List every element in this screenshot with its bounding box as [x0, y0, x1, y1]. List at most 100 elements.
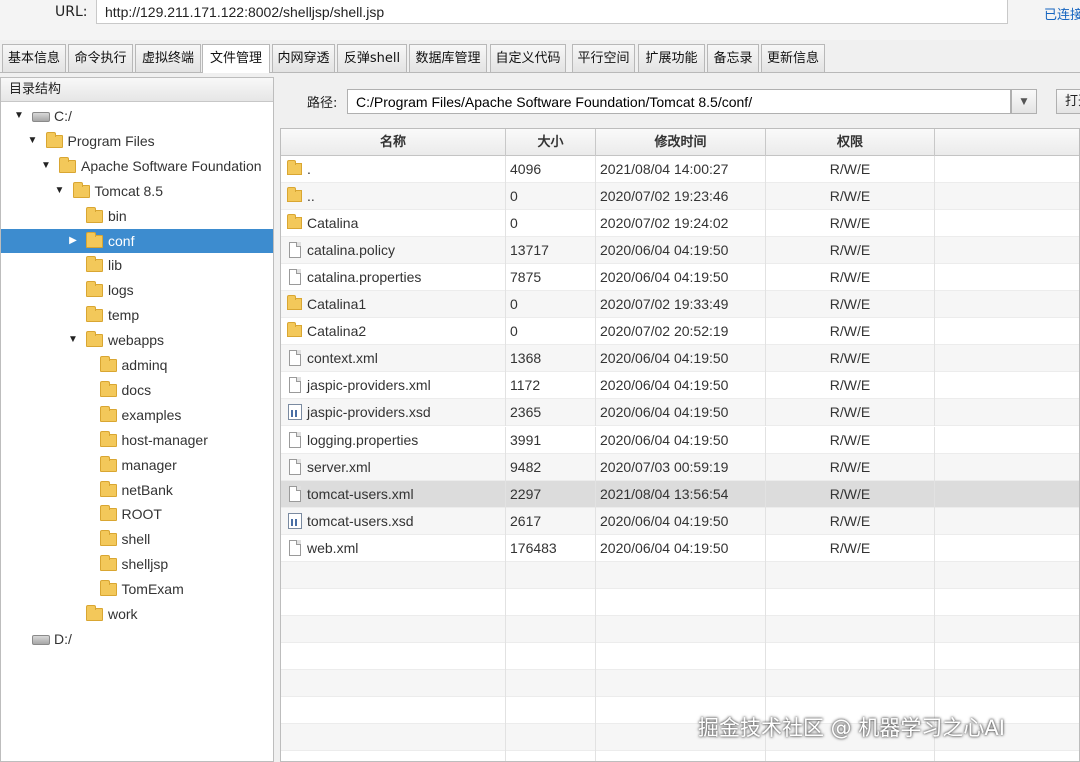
table-row[interactable]: logging.properties 3991 2020/06/04 04:19:5…	[281, 426, 1079, 454]
table-row[interactable]: tomcat-users.xsd 2617 2020/06/04 04:19:50 R…	[281, 507, 1079, 535]
cell-name	[281, 588, 506, 616]
tree-node-label: bin	[108, 207, 127, 224]
tree-node[interactable]: docs	[1, 378, 273, 402]
tree-node[interactable]: host-manager	[1, 428, 273, 452]
tree-node[interactable]: ▼ Apache Software Foundation	[1, 154, 273, 178]
table-row[interactable]: . 4096 2021/08/04 14:00:27 R/W/E	[281, 156, 1079, 183]
table-row[interactable]: jaspic-providers.xml 1172 2020/06/04 04:19…	[281, 372, 1079, 400]
connection-status-link[interactable]: 已连接	[1044, 4, 1080, 23]
path-label: 路径:	[307, 96, 338, 111]
chevron-down-icon: ▼	[1020, 97, 1028, 107]
folder-icon	[99, 555, 117, 572]
tab-4[interactable]: 文件管理	[202, 44, 270, 73]
open-button[interactable]: 打开	[1056, 89, 1080, 114]
expand-arrow-icon[interactable]: ▼	[40, 154, 52, 178]
cell-size	[506, 669, 596, 697]
file-name: jaspic-providers.xml	[307, 377, 431, 394]
table-row[interactable]: web.xml 176483 2020/06/04 04:19:50 R/W/E	[281, 534, 1079, 562]
column-header-permission[interactable]: 权限	[766, 129, 935, 156]
tree-node[interactable]: netBank	[1, 478, 273, 502]
tree-node[interactable]: ▼ Program Files	[1, 129, 273, 153]
tree-node[interactable]: bin	[1, 204, 273, 228]
tree-node[interactable]: adminq	[1, 353, 273, 377]
tab-12[interactable]: 更新信息	[761, 44, 825, 72]
cell-filler	[935, 427, 1079, 454]
cell-filler	[935, 156, 1079, 183]
cell-filler	[935, 616, 1079, 643]
tree-node[interactable]: shelljsp	[1, 552, 273, 576]
tab-3[interactable]: 虚拟终端	[135, 44, 201, 72]
table-header: 名称 大小 修改时间 权限	[281, 129, 1079, 156]
tree-node[interactable]: ▼ C:/	[1, 104, 273, 128]
cell-size: 0	[506, 291, 596, 319]
tab-7[interactable]: 数据库管理	[409, 44, 487, 72]
tree-node-label: lib	[108, 257, 123, 274]
table-row[interactable]: tomcat-users.xml 2297 2021/08/04 13:56:54 R…	[281, 480, 1079, 508]
table-row[interactable]: .. 0 2020/07/02 19:23:46 R/W/E	[281, 183, 1079, 211]
collapse-arrow-icon[interactable]: ▶	[67, 229, 79, 253]
tab-2[interactable]: 命令执行	[68, 44, 133, 72]
cell-name: jaspic-providers.xsd	[281, 399, 506, 427]
tree-node[interactable]: D:/	[1, 627, 273, 651]
tree-node[interactable]: ▶ conf	[1, 228, 273, 253]
tree-node[interactable]: logs	[1, 278, 273, 302]
file-name: catalina.policy	[307, 242, 395, 259]
table-row[interactable]: catalina.policy 13717 2020/06/04 04:19:50 R…	[281, 237, 1079, 265]
column-header-name[interactable]: 名称	[281, 129, 506, 156]
expand-arrow-icon[interactable]: ▼	[67, 328, 79, 352]
table-row[interactable]: Catalina1 0 2020/07/02 19:33:49 R/W/E	[281, 291, 1079, 319]
folder-icon	[86, 281, 103, 298]
path-dropdown-button[interactable]: ▼	[1011, 89, 1037, 114]
cell-time: 2020/06/04 04:19:50	[596, 399, 766, 427]
cell-perm: R/W/E	[766, 372, 935, 400]
tree-node[interactable]: temp	[1, 303, 273, 327]
column-header-modified[interactable]: 修改时间	[596, 129, 766, 156]
table-row[interactable]: server.xml 9482 2020/07/03 00:59:19 R/W/E	[281, 453, 1079, 481]
file-name: catalina.properties	[307, 269, 422, 286]
path-input[interactable]	[347, 89, 1011, 114]
tab-9[interactable]: 平行空间	[572, 44, 635, 72]
cell-size: 4096	[506, 156, 596, 183]
table-row[interactable]: context.xml 1368 2020/06/04 04:19:50 R/W/E	[281, 345, 1079, 373]
expand-arrow-icon[interactable]: ▼	[13, 104, 25, 128]
tree-node[interactable]: examples	[1, 403, 273, 427]
tab-10[interactable]: 扩展功能	[638, 44, 705, 72]
tab-1[interactable]: 基本信息	[2, 44, 66, 72]
cell-name	[281, 751, 506, 761]
empty-table-row	[281, 669, 1079, 697]
expand-arrow-icon[interactable]: ▼	[27, 129, 39, 153]
webshell-manager-window: URL: 已连接 基本信息命令执行虚拟终端文件管理内网穿透反弹shell数据库管…	[0, 0, 1080, 762]
table-row[interactable]: jaspic-providers.xsd 2365 2020/06/04 04:19…	[281, 399, 1079, 427]
tree-node[interactable]: TomExam	[1, 577, 273, 601]
tree-node[interactable]: ROOT	[1, 502, 273, 526]
cell-filler	[935, 562, 1079, 589]
expand-arrow-icon[interactable]: ▼	[54, 179, 66, 203]
url-input[interactable]	[96, 0, 1008, 24]
folder-icon	[99, 505, 117, 522]
cell-time: 2020/06/04 04:19:50	[596, 264, 766, 292]
file-icon	[289, 377, 301, 394]
tab-8[interactable]: 自定义代码	[490, 44, 566, 72]
table-row[interactable]: Catalina 0 2020/07/02 19:24:02 R/W/E	[281, 210, 1079, 238]
file-icon	[289, 269, 301, 286]
cell-size	[506, 697, 596, 724]
tab-6[interactable]: 反弹shell	[337, 44, 407, 72]
folder-icon	[287, 295, 302, 311]
tree-node[interactable]: shell	[1, 527, 273, 551]
column-header-size[interactable]: 大小	[506, 129, 596, 156]
schema-file-icon	[288, 404, 302, 421]
table-row[interactable]: Catalina2 0 2020/07/02 20:52:19 R/W/E	[281, 318, 1079, 346]
tab-5[interactable]: 内网穿透	[272, 44, 335, 72]
tree-node[interactable]: lib	[1, 253, 273, 277]
tree-node[interactable]: work	[1, 602, 273, 626]
folder-icon	[99, 405, 117, 422]
tree-node[interactable]: manager	[1, 453, 273, 477]
cell-size: 13717	[506, 237, 596, 265]
tree-node[interactable]: ▼ Tomcat 8.5	[1, 179, 273, 203]
table-row[interactable]: catalina.properties 7875 2020/06/04 04:19:…	[281, 264, 1079, 292]
tab-11[interactable]: 备忘录	[707, 44, 759, 72]
cell-time: 2021/08/04 13:56:54	[596, 480, 766, 508]
cell-filler	[935, 589, 1079, 616]
tree-node[interactable]: ▼ webapps	[1, 328, 273, 352]
cell-perm: R/W/E	[766, 183, 935, 211]
